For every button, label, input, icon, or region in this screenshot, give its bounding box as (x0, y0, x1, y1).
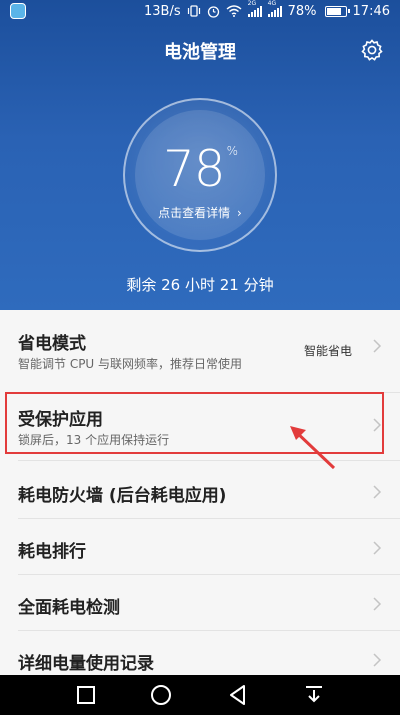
list-item-full-power-check[interactable]: 全面耗电检测 (0, 574, 400, 630)
list-item-power-saving-mode[interactable]: 省电模式 智能调节 CPU 与联网频率，推荐日常使用 智能省电 (0, 310, 400, 380)
battery-header: 13B/s 2G 4G 78% 17:46 电池管理 78 % 点击查看详情 ›… (0, 0, 400, 310)
home-icon[interactable] (149, 683, 173, 707)
list-item-power-usage-history[interactable]: 详细电量使用记录 (0, 630, 400, 675)
list-item-label: 耗电防火墙 (后台耗电应用) (18, 486, 227, 506)
clock: 17:46 (352, 3, 390, 19)
chevron-right-icon: › (237, 206, 242, 220)
back-icon[interactable] (226, 683, 250, 707)
chevron-right-icon (373, 541, 382, 555)
gear-icon[interactable] (360, 38, 384, 62)
list-item-label: 省电模式 (18, 334, 86, 354)
annotation-arrow-icon (290, 426, 336, 470)
chevron-right-icon (373, 339, 382, 353)
battery-icon (324, 5, 350, 17)
net-4g-label: 4G (267, 0, 277, 7)
notification-pulldown-icon[interactable] (302, 683, 326, 707)
chevron-right-icon (373, 485, 382, 499)
vibrate-icon (187, 5, 200, 17)
list-item-subtitle: 智能调节 CPU 与联网频率，推荐日常使用 (18, 357, 243, 371)
signal-4g-icon: 4G (267, 0, 282, 17)
list-item-label: 详细电量使用记录 (18, 654, 154, 674)
view-details-label: 点击查看详情 (158, 206, 231, 220)
status-bar: 13B/s 2G 4G 78% 17:46 (0, 0, 400, 22)
battery-gauge[interactable]: 78% 点击查看详情 › (123, 98, 277, 252)
battery-percent: 78% (125, 140, 275, 198)
chevron-right-icon (373, 597, 382, 611)
percent-sign: % (226, 144, 238, 158)
chevron-right-icon (373, 653, 382, 667)
wifi-icon (226, 5, 242, 17)
list-item-value: 智能省电 (303, 344, 352, 358)
system-navigation-bar (0, 675, 400, 715)
battery-level-text: 78% (287, 3, 317, 19)
notification-app-icon (10, 3, 26, 19)
signal-2g-icon: 2G (247, 0, 262, 17)
remaining-time: 剩余 26 小时 21 分钟 (126, 276, 274, 294)
net-2g-label: 2G (247, 0, 257, 7)
view-details-link[interactable]: 点击查看详情 › (125, 204, 275, 221)
alarm-icon (207, 5, 219, 18)
list-item-power-ranking[interactable]: 耗电排行 (0, 518, 400, 574)
list-item-power-firewall[interactable]: 耗电防火墙 (后台耗电应用) (0, 462, 400, 518)
network-speed: 13B/s (144, 3, 181, 19)
list-item-label: 全面耗电检测 (18, 598, 120, 618)
page-title: 电池管理 (164, 42, 236, 63)
recent-apps-icon[interactable] (74, 683, 98, 707)
settings-list: 省电模式 智能调节 CPU 与联网频率，推荐日常使用 智能省电 受保护应用 锁屏… (0, 310, 400, 675)
divider (18, 460, 400, 461)
list-item-label: 耗电排行 (18, 542, 86, 562)
battery-percent-value: 78 (162, 140, 226, 198)
